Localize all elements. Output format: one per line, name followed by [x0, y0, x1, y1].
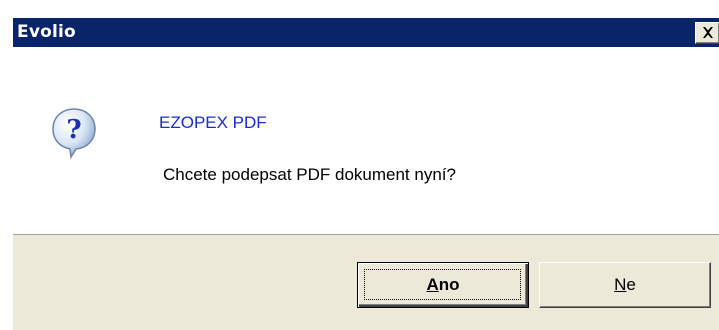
no-mnemonic: N	[614, 275, 627, 294]
yes-button-label: Ano	[426, 275, 459, 294]
window-title: Evolio	[17, 22, 76, 42]
no-button-label: Ne	[614, 275, 636, 294]
close-x-icon	[703, 27, 713, 38]
message-dialog: Evolio ? EZOPEX PDF Chcete podepsat PDF …	[12, 18, 719, 330]
screen: Evolio ? EZOPEX PDF Chcete podepsat PDF …	[0, 0, 719, 330]
no-label-rest: e	[626, 275, 636, 294]
close-button[interactable]	[695, 22, 719, 44]
yes-mnemonic: A	[426, 275, 439, 294]
question-icon: ?	[52, 108, 96, 159]
message-area: ? EZOPEX PDF Chcete podepsat PDF dokumen…	[13, 47, 719, 235]
yes-button[interactable]: Ano	[357, 262, 529, 308]
message-title: EZOPEX PDF	[159, 113, 267, 132]
svg-text:?: ?	[66, 115, 81, 145]
yes-label-rest: no	[438, 275, 460, 294]
no-button[interactable]: Ne	[539, 262, 711, 308]
title-bar[interactable]: Evolio	[13, 18, 719, 47]
message-text: Chcete podepsat PDF dokument nyní?	[163, 165, 456, 184]
